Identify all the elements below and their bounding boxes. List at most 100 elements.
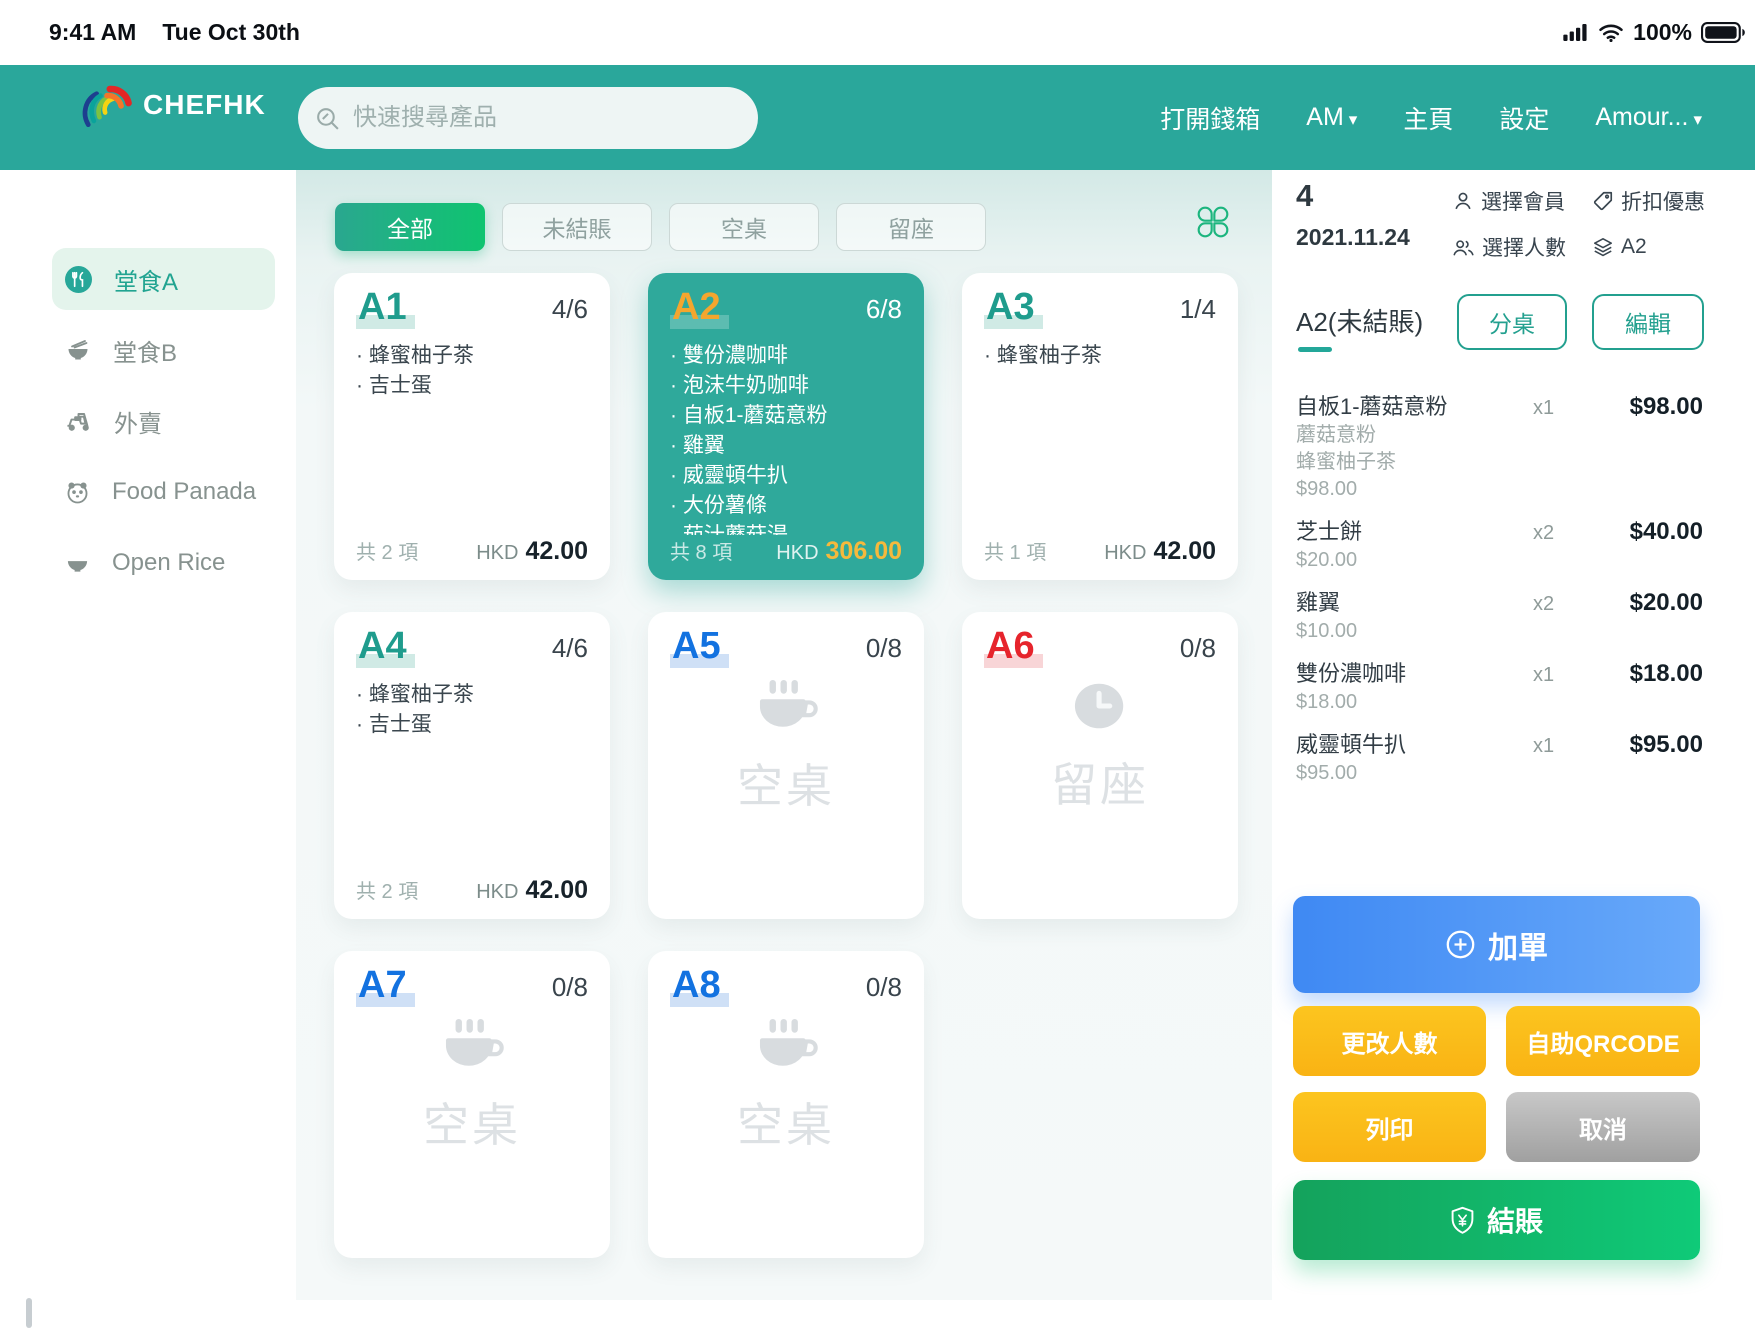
table-order-item: 雙份濃咖啡: [670, 341, 902, 371]
nav-item-settings[interactable]: 設定: [1499, 100, 1549, 136]
quick-action-discount[interactable]: 折扣優惠: [1592, 186, 1705, 216]
currency-label: HKD: [476, 542, 518, 564]
quick-action-select-member[interactable]: 選擇會員: [1452, 186, 1592, 216]
order-item-qty: x1: [1533, 397, 1599, 420]
table-id: A7: [356, 964, 415, 1007]
quick-action-label: 選擇會員: [1481, 186, 1565, 216]
sidebar-item-takeaway[interactable]: 外賣: [52, 390, 275, 452]
table-card-A7[interactable]: A70/8空桌: [334, 951, 610, 1258]
chevron-down-icon: ▾: [1693, 110, 1702, 130]
table-card-A3[interactable]: A3 1/4 蜂蜜柚子茶共 1 項 HKD42.00: [962, 273, 1238, 580]
table-items-count: 共 1 項: [984, 536, 1046, 565]
table-card-footer: 共 2 項HKD42.00: [356, 536, 588, 566]
table-items-count: 共 2 項: [356, 875, 418, 904]
sidebar-item-dine-in-b[interactable]: 堂食B: [52, 319, 275, 381]
table-cards-grid: A14/6蜂蜜柚子茶吉士蛋共 2 項HKD42.00A26/8雙份濃咖啡泡沫牛奶…: [334, 273, 1238, 1258]
add-order-button[interactable]: 加單: [1293, 896, 1700, 993]
table-number: 4: [1296, 178, 1313, 214]
order-item-qty: x2: [1533, 593, 1599, 616]
table-order-item: 吉士蛋: [356, 710, 588, 740]
search-input[interactable]: [351, 103, 748, 133]
order-item-name: 威靈頓牛扒: [1296, 730, 1533, 760]
sidebar-item-food-panada[interactable]: Food Panada: [52, 461, 275, 523]
coffee-cup-icon: [439, 1019, 505, 1072]
battery-icon: [1701, 22, 1745, 43]
quick-actions: 選擇會員折扣優惠選擇人數 A2: [1452, 186, 1705, 262]
edit-order-button[interactable]: 編輯: [1592, 294, 1704, 350]
order-item-row: 雙份濃咖啡x1$18.00: [1296, 659, 1703, 689]
order-item[interactable]: 威靈頓牛扒x1$95.00$95.00: [1296, 730, 1703, 787]
table-filter-tabs: 全部未結賬空桌留座: [335, 203, 986, 251]
coffee-cup-icon: [753, 1019, 819, 1072]
change-people-button[interactable]: 更改人數: [1293, 1006, 1486, 1076]
brand: CHEFHK: [77, 77, 266, 133]
table-card-header: A26/8: [670, 286, 902, 329]
sidebar-scrollbar[interactable]: [26, 1298, 32, 1328]
product-search[interactable]: [298, 87, 758, 149]
order-item[interactable]: 自板1-蘑菇意粉x1$98.00蘑菇意粉蜂蜜柚子茶$98.00: [1296, 392, 1703, 503]
order-item-row: 自板1-蘑菇意粉x1$98.00: [1296, 392, 1703, 422]
table-total: HKD42.00: [1104, 537, 1216, 566]
table-placeholder: 留座: [962, 680, 1238, 815]
table-total: HKD42.00: [476, 876, 588, 905]
battery-percent: 100%: [1633, 19, 1692, 46]
nav-item-open-cash-drawer[interactable]: 打開錢箱: [1160, 100, 1260, 136]
table-placeholder-label: 空桌: [648, 1089, 924, 1155]
sidebar: 堂食A 堂食B 外賣 Food Panada Open Rice: [0, 170, 296, 1332]
order-title: A2(未結賬): [1296, 302, 1423, 339]
filter-tab-all[interactable]: 全部: [335, 203, 485, 251]
table-id: A3: [984, 286, 1043, 329]
app-header: CHEFHK 打開錢箱 AM▾ 主頁 設定 Amour...▾: [0, 65, 1755, 170]
filter-tab-unsettled[interactable]: 未結賬: [502, 203, 652, 251]
table-order-items: 蜂蜜柚子茶吉士蛋: [356, 341, 588, 401]
filter-tab-reserved[interactable]: 留座: [836, 203, 986, 251]
sidebar-item-dine-in-a[interactable]: 堂食A: [52, 248, 275, 310]
split-table-button[interactable]: 分桌: [1457, 294, 1567, 350]
order-item[interactable]: 雞翼x2$20.00$10.00: [1296, 588, 1703, 645]
table-card-A1[interactable]: A14/6蜂蜜柚子茶吉士蛋共 2 項HKD42.00: [334, 273, 610, 580]
table-card-A4[interactable]: A44/6蜂蜜柚子茶吉士蛋共 2 項HKD42.00: [334, 612, 610, 919]
quick-action-label: A2: [1621, 235, 1647, 259]
order-item-option: 蘑菇意粉: [1296, 422, 1703, 449]
checkout-button[interactable]: 結賬: [1293, 1180, 1700, 1260]
cancel-button[interactable]: 取消: [1506, 1092, 1700, 1162]
panda-icon: [65, 480, 90, 505]
table-order-item: 雞翼: [670, 431, 902, 461]
table-order-item: 蜂蜜柚子茶: [356, 680, 588, 710]
nav-item-account-amour[interactable]: Amour...▾: [1595, 103, 1702, 132]
table-card-A2[interactable]: A26/8雙份濃咖啡泡沫牛奶咖啡自板1-蘑菇意粉雞翼威靈頓牛扒大份薯條茄汁蘑菇湯…: [648, 273, 924, 580]
sidebar-item-open-rice[interactable]: Open Rice: [52, 532, 275, 594]
order-title-underline: [1298, 347, 1332, 352]
table-card-A5[interactable]: A50/8空桌: [648, 612, 924, 919]
order-item[interactable]: 雙份濃咖啡x1$18.00$18.00: [1296, 659, 1703, 716]
nav-item-shift-am[interactable]: AM▾: [1306, 103, 1357, 132]
table-id: A5: [670, 625, 729, 668]
table-card-header: A60/8: [984, 625, 1216, 668]
table-order-item: 蜂蜜柚子茶: [984, 341, 1216, 371]
table-id: A2: [670, 286, 729, 329]
nav-item-label: 打開錢箱: [1160, 100, 1260, 136]
order-item-unit-price: $10.00: [1296, 618, 1703, 645]
discount-tag-icon: [1592, 190, 1614, 212]
nav-item-home[interactable]: 主頁: [1403, 100, 1453, 136]
print-button[interactable]: 列印: [1293, 1092, 1486, 1162]
table-order-items: 蜂蜜柚子茶: [984, 341, 1216, 371]
quick-action-select-people[interactable]: 選擇人數: [1452, 232, 1592, 262]
delivery-scooter-icon: [65, 409, 92, 434]
business-date: 2021.11.24: [1296, 224, 1410, 251]
order-item-name: 雙份濃咖啡: [1296, 659, 1533, 689]
table-order-item: 吉士蛋: [356, 371, 588, 401]
table-card-A6[interactable]: A60/8 留座: [962, 612, 1238, 919]
table-order-items: 蜂蜜柚子茶吉士蛋: [356, 680, 588, 740]
table-items-count: 共 2 項: [356, 536, 418, 565]
order-item-unit-price: $20.00: [1296, 547, 1703, 574]
order-item[interactable]: 芝士餅x2$40.00$20.00: [1296, 517, 1703, 574]
grid-view-icon[interactable]: [1195, 204, 1231, 240]
table-placeholder-label: 留座: [962, 749, 1238, 815]
wifi-icon: [1598, 23, 1624, 43]
table-card-A8[interactable]: A80/8空桌: [648, 951, 924, 1258]
table-occupancy: 1/4: [1180, 294, 1216, 325]
filter-tab-empty-tables[interactable]: 空桌: [669, 203, 819, 251]
self-qrcode-button[interactable]: 自助QRCODE: [1506, 1006, 1700, 1076]
quick-action-table-a2[interactable]: A2: [1592, 232, 1705, 262]
